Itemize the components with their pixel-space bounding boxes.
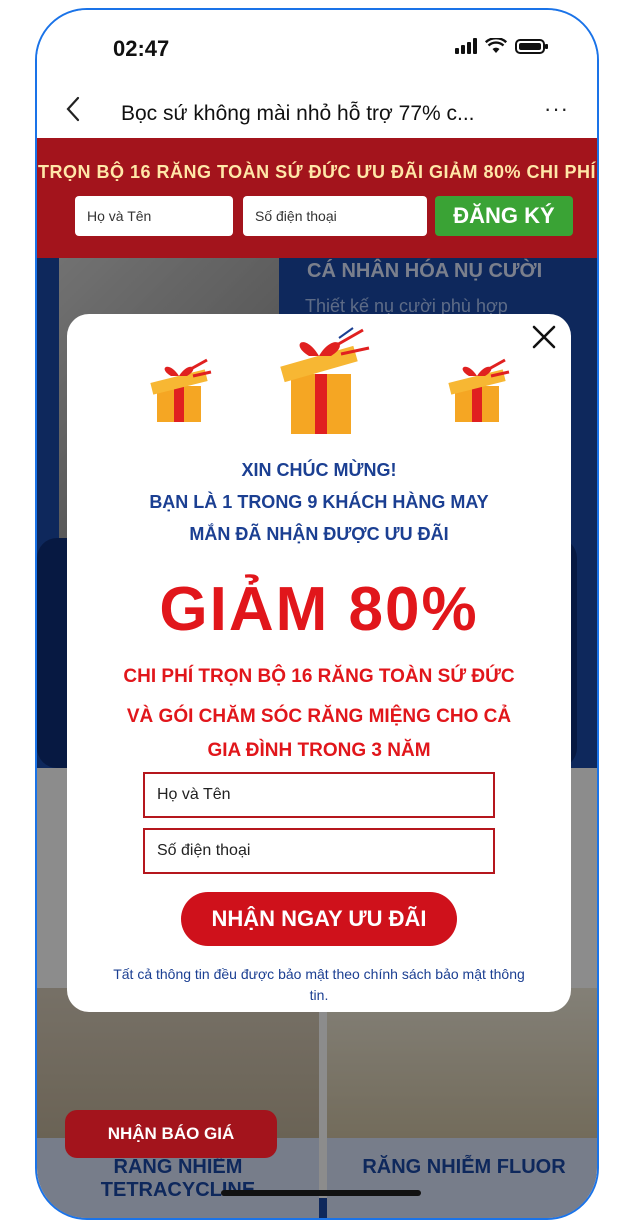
back-button[interactable] xyxy=(65,96,81,128)
name-field[interactable]: Họ và Tên xyxy=(143,772,495,818)
status-time: 02:47 xyxy=(113,36,170,61)
signal-icon xyxy=(455,38,477,54)
page-title: Bọc sứ không mài nhỏ hỗ trợ 77% c... xyxy=(121,102,475,125)
discount-headline: GIẢM 80% xyxy=(159,575,479,644)
chevron-left-icon xyxy=(66,96,80,122)
register-button[interactable]: ĐĂNG KÝ xyxy=(435,196,573,236)
claim-offer-button[interactable]: NHẬN NGAY ƯU ĐÃI xyxy=(181,892,457,946)
promo-headline: TRỌN BỘ 16 RĂNG TOÀN SỨ ĐỨC ƯU ĐÃI GIẢM … xyxy=(37,162,597,182)
browser-nav-bar: Bọc sứ không mài nhỏ hỗ trợ 77% c... ··· xyxy=(37,86,597,142)
congrats-heading: XIN CHÚC MỪNG! xyxy=(241,460,397,480)
promo-popup: XIN CHÚC MỪNG! BẠN LÀ 1 TRONG 9 KHÁCH HÀ… xyxy=(67,314,571,1012)
offer-desc-line2: VÀ GÓI CHĂM SÓC RĂNG MIỆNG CHO CẢ xyxy=(126,706,512,727)
privacy-note: Tất cả thông tin đều được bảo mật theo c… xyxy=(113,966,525,1003)
get-quote-button[interactable]: NHẬN BÁO GIÁ xyxy=(65,1110,277,1158)
lucky-text-line1: BẠN LÀ 1 TRONG 9 KHÁCH HÀNG MAY xyxy=(149,492,489,512)
home-indicator[interactable] xyxy=(221,1190,421,1196)
close-button[interactable] xyxy=(531,324,557,354)
promo-name-input[interactable]: Họ và Tên xyxy=(75,196,233,236)
gift-icon xyxy=(150,358,212,422)
promo-bar: TRỌN BỘ 16 RĂNG TOÀN SỨ ĐỨC ƯU ĐÃI GIẢM … xyxy=(37,138,597,258)
wifi-icon xyxy=(485,38,507,53)
offer-desc-line3: GIA ĐÌNH TRONG 3 NĂM xyxy=(207,740,431,761)
close-icon xyxy=(532,325,556,349)
offer-desc-line1: CHI PHÍ TRỌN BỘ 16 RĂNG TOÀN SỨ ĐỨC xyxy=(123,666,515,687)
promo-phone-input[interactable]: Số điện thoại xyxy=(243,196,427,236)
lucky-text-line2: MẮN ĐÃ NHẬN ĐƯỢC ƯU ĐÃI xyxy=(189,524,449,544)
status-icons xyxy=(455,38,548,54)
gift-icon xyxy=(448,358,510,422)
battery-icon xyxy=(515,38,548,54)
gift-icon xyxy=(280,327,370,434)
status-bar: 02:47 xyxy=(37,10,597,80)
web-page: TRỌN BỘ 16 RĂNG TOÀN SỨ ĐỨC ƯU ĐÃI GIẢM … xyxy=(37,138,597,1218)
phone-frame: 02:47 Bọc sứ không mài nhỏ hỗ trợ 77% c.… xyxy=(35,8,599,1220)
phone-field[interactable]: Số điện thoại xyxy=(143,828,495,874)
more-options-button[interactable]: ··· xyxy=(544,96,569,122)
